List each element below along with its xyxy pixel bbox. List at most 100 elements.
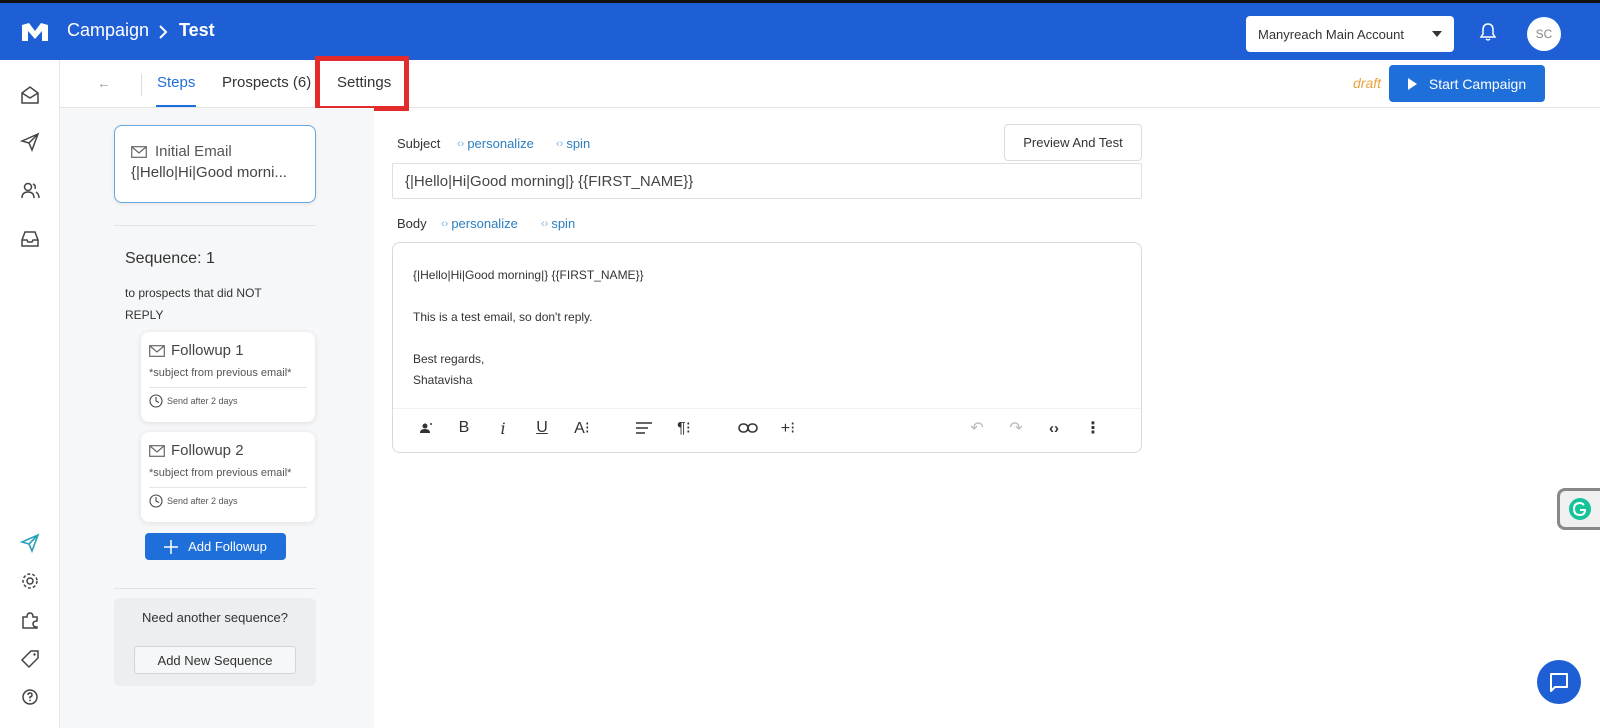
plus-icon	[164, 539, 179, 554]
align-icon[interactable]	[633, 417, 655, 439]
followup-subject: *subject from previous email*	[149, 367, 292, 379]
followup-send-delay: Send after 2 days	[167, 396, 238, 406]
link-icon[interactable]	[737, 417, 759, 439]
preview-and-test-button[interactable]: Preview And Test	[1004, 124, 1142, 161]
subject-label: Subject	[397, 136, 441, 151]
left-nav-rail	[0, 60, 60, 728]
add-followup-button[interactable]: Add Followup	[145, 533, 286, 560]
subject-spin-link[interactable]: ‹› spin	[556, 136, 590, 151]
code-icon: ‹›	[457, 137, 465, 150]
divider	[114, 225, 316, 226]
divider	[114, 588, 316, 589]
clock-icon	[149, 394, 163, 408]
new-sequence-box: Need another sequence? Add New Sequence	[114, 598, 316, 686]
add-new-sequence-button[interactable]: Add New Sequence	[134, 646, 296, 674]
steps-panel: Initial Email {|Hello|Hi|Good morni... S…	[60, 108, 374, 728]
font-size-icon[interactable]: A⁝	[569, 417, 595, 439]
spin-label: spin	[566, 136, 591, 151]
personalize-user-icon[interactable]	[415, 417, 437, 439]
code-icon: ‹›	[441, 217, 449, 230]
body-line: {|Hello|Hi|Good morning|} {{FIRST_NAME}}	[413, 268, 644, 282]
underline-icon[interactable]: U	[531, 417, 553, 439]
tab-bar: ← Steps Prospects (6) Settings draft Sta…	[60, 56, 1600, 111]
tab-active-indicator	[156, 105, 196, 107]
initial-email-title: Initial Email	[155, 143, 232, 160]
body-content[interactable]: {|Hello|Hi|Good morning|} {{FIRST_NAME}}…	[413, 265, 644, 391]
manyreach-logo-icon[interactable]	[20, 21, 50, 43]
personalize-label: personalize	[451, 216, 518, 231]
sequence-description: to prospects that did NOT REPLY	[125, 286, 262, 322]
body-line: Shatavisha	[413, 373, 473, 387]
chat-bubble-icon	[1550, 673, 1568, 692]
editor-toolbar: B i U A⁝ ¶⁝ +⁝ ↶ ↷ ‹› ⋮	[393, 408, 1141, 444]
bold-icon[interactable]: B	[453, 417, 475, 439]
body-label: Body	[397, 216, 427, 231]
status-badge: draft	[1353, 75, 1382, 91]
breadcrumb-campaign[interactable]: Campaign	[67, 20, 149, 41]
need-sequence-text: Need another sequence?	[141, 610, 288, 625]
user-avatar[interactable]: SC	[1527, 17, 1561, 51]
top-bar: Campaign Test Manyreach Main Account SC	[0, 0, 1600, 60]
tab-prospects[interactable]: Prospects (6)	[222, 74, 311, 91]
body-line: This is a test email, so don't reply.	[413, 310, 593, 324]
tab-divider	[141, 74, 142, 96]
personalize-label: personalize	[467, 136, 534, 151]
chevron-right-icon	[159, 25, 168, 39]
insert-icon[interactable]: +⁝	[775, 417, 801, 439]
subject-personalize-link[interactable]: ‹› personalize	[457, 136, 534, 151]
undo-icon[interactable]: ↶	[966, 417, 988, 439]
tab-steps[interactable]: Steps	[157, 74, 195, 91]
puzzle-icon[interactable]	[19, 609, 41, 631]
paragraph-icon[interactable]: ¶⁝	[671, 417, 697, 439]
followup-card[interactable]: Followup 1 *subject from previous email*…	[141, 332, 315, 422]
start-campaign-button[interactable]: Start Campaign	[1389, 65, 1545, 102]
followup-title: Followup 2	[171, 442, 244, 459]
code-icon: ‹›	[556, 137, 564, 150]
italic-icon[interactable]: i	[492, 417, 514, 439]
play-icon	[1407, 77, 1417, 90]
subject-input[interactable]: {|Hello|Hi|Good morning|} {{FIRST_NAME}}	[392, 163, 1142, 199]
body-personalize-link[interactable]: ‹› personalize	[441, 216, 518, 231]
initial-email-preview: {|Hello|Hi|Good morni...	[131, 164, 287, 181]
divider	[149, 487, 307, 488]
tag-icon[interactable]	[19, 648, 41, 670]
gear-icon[interactable]	[19, 570, 41, 592]
back-arrow-icon[interactable]: ←	[97, 75, 111, 91]
breadcrumb-current: Test	[179, 20, 215, 40]
followup-subject: *subject from previous email*	[149, 467, 292, 479]
help-icon[interactable]	[19, 686, 41, 708]
followup-card[interactable]: Followup 2 *subject from previous email*…	[141, 432, 315, 522]
code-icon: ‹›	[541, 217, 549, 230]
code-view-icon[interactable]: ‹›	[1043, 417, 1065, 439]
sequence-title: Sequence: 1	[125, 250, 215, 267]
chat-support-button[interactable]	[1537, 660, 1581, 704]
mail-icon	[149, 344, 165, 357]
add-followup-label: Add Followup	[188, 539, 267, 554]
account-selector-label: Manyreach Main Account	[1258, 26, 1404, 42]
mail-open-icon[interactable]	[19, 84, 41, 106]
mail-icon	[131, 145, 147, 158]
grammarly-widget[interactable]	[1557, 488, 1600, 530]
send-active-icon[interactable]	[19, 532, 41, 554]
send-icon[interactable]	[19, 131, 41, 153]
clock-icon	[149, 494, 163, 508]
more-options-icon[interactable]: ⋮	[1082, 417, 1104, 439]
body-line: Best regards,	[413, 352, 485, 366]
spin-label: spin	[551, 216, 576, 231]
settings-highlight-box	[315, 56, 409, 111]
users-icon[interactable]	[19, 180, 41, 202]
redo-icon[interactable]: ↷	[1005, 417, 1027, 439]
divider	[149, 387, 307, 388]
start-campaign-label: Start Campaign	[1428, 75, 1527, 92]
initial-email-card[interactable]: Initial Email {|Hello|Hi|Good morni...	[114, 125, 316, 203]
body-spin-link[interactable]: ‹› spin	[541, 216, 575, 231]
body-editor[interactable]: {|Hello|Hi|Good morning|} {{FIRST_NAME}}…	[392, 242, 1142, 453]
inbox-icon[interactable]	[19, 228, 41, 250]
caret-down-icon	[1432, 31, 1442, 37]
mail-icon	[149, 444, 165, 457]
account-selector[interactable]: Manyreach Main Account	[1246, 16, 1454, 52]
bell-icon[interactable]	[1478, 22, 1498, 42]
followup-title: Followup 1	[171, 342, 244, 359]
grammarly-icon	[1569, 498, 1591, 520]
followup-send-delay: Send after 2 days	[167, 496, 238, 506]
